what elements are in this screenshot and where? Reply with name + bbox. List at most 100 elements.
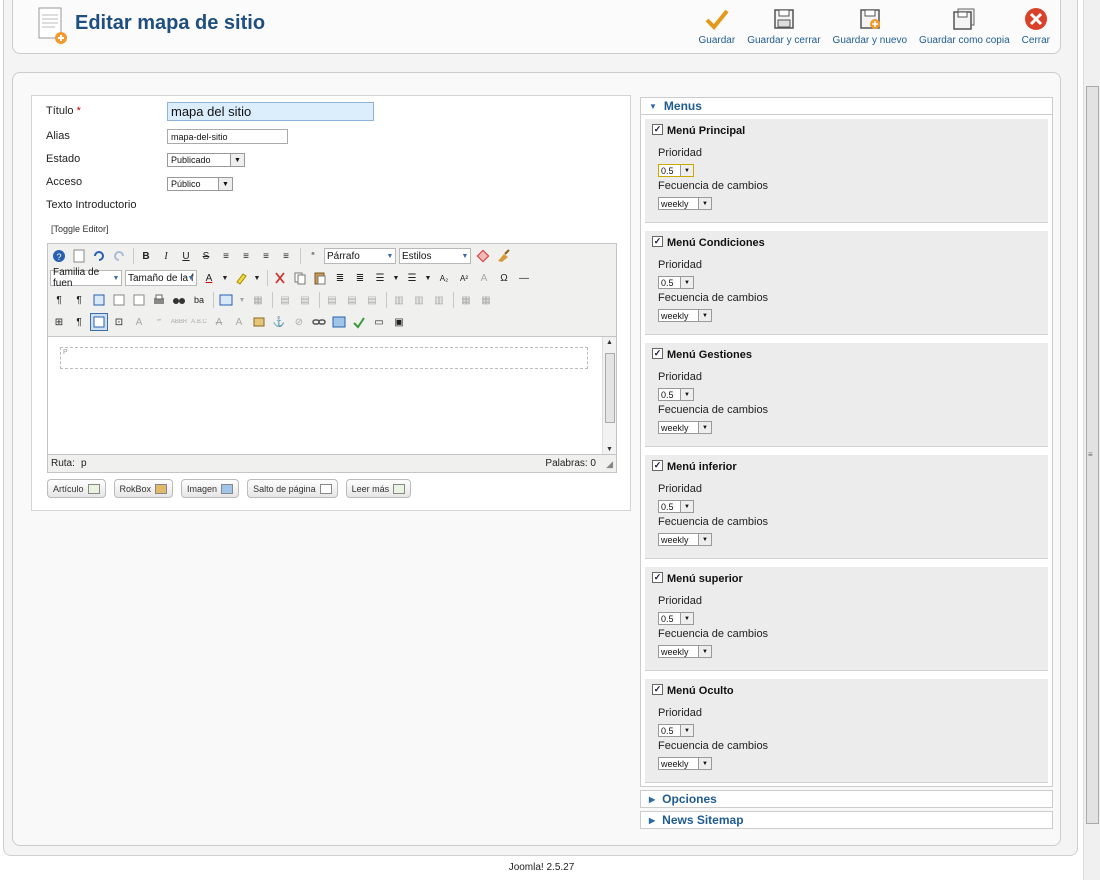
alias-field[interactable] [167,129,288,144]
editor-scrollbar[interactable]: ▲ ▼ [602,337,616,455]
replace-icon[interactable]: ba [190,291,208,309]
save-and-new-button[interactable]: Guardar y nuevo [827,6,914,50]
ltr-paragraph-icon[interactable]: ¶ [50,291,68,309]
delete-col-icon[interactable]: ▥ [430,291,448,309]
paragraph-block[interactable]: P [60,347,588,369]
save-as-copy-button[interactable]: Guardar como copia [913,6,1016,50]
menu-checkbox[interactable]: ✓ [652,124,663,135]
align-justify-icon[interactable]: ≡ [217,247,235,265]
split-cells-icon[interactable]: ▦ [457,291,475,309]
quote-icon[interactable]: “” [150,313,168,331]
attributes-icon[interactable] [250,313,268,331]
menus-panel-header[interactable]: ▼ Menus [640,97,1053,115]
delete-table-icon[interactable]: ▦ [249,291,267,309]
insert-row-after-icon[interactable]: ▤ [343,291,361,309]
insert-col-after-icon[interactable]: ▥ [410,291,428,309]
state-select[interactable]: Publicado ▼ [167,153,245,167]
show-blocks-icon[interactable]: ¶ [70,313,88,331]
chevron-down-icon[interactable]: ▼ [391,269,401,287]
align-left-icon[interactable]: ≡ [257,247,275,265]
priority-select[interactable]: 0.5 ▼ [658,724,694,737]
blockquote-icon[interactable]: “ [304,247,322,265]
ordered-list-icon[interactable]: ☰ [371,269,389,287]
text-color-icon[interactable]: A [200,269,218,287]
anchor-icon[interactable]: ⚓ [270,313,288,331]
preview-icon[interactable] [110,291,128,309]
print-icon[interactable] [150,291,168,309]
visual-aid-icon[interactable]: ⊞ [50,313,68,331]
cell-props-icon[interactable]: ▤ [296,291,314,309]
menu-checkbox[interactable]: ✓ [652,684,663,695]
menu-checkbox[interactable]: ✓ [652,460,663,471]
horizontal-rule-icon[interactable]: — [515,269,533,287]
options-panel-header[interactable]: ▶ Opciones [640,790,1053,808]
insert-table-icon[interactable] [217,291,235,309]
priority-select[interactable]: 0.5 ▼ [658,612,694,625]
cut-icon[interactable] [271,269,289,287]
bold-icon[interactable]: B [137,247,155,265]
image-button[interactable]: Imagen [181,479,240,498]
special-character-icon[interactable]: Ω [495,269,513,287]
delete-row-icon[interactable]: ▤ [363,291,381,309]
scroll-down-icon[interactable]: ▼ [606,446,613,453]
copy-icon[interactable] [291,269,309,287]
cleanup-broom-icon[interactable] [494,247,512,265]
read-more-button[interactable]: Leer más [345,479,412,498]
underline-icon[interactable]: U [177,247,195,265]
bulleted-list-icon[interactable]: ☰ [403,269,421,287]
news-sitemap-panel-header[interactable]: ▶ News Sitemap [640,811,1053,829]
insert-col-before-icon[interactable]: ▥ [390,291,408,309]
resize-grip-icon[interactable]: ◢ [606,459,613,470]
highlight-icon[interactable] [232,269,250,287]
subscript-icon[interactable]: A₂ [435,269,453,287]
path-value[interactable]: p [81,458,87,469]
close-button[interactable]: Cerrar [1016,6,1056,50]
font-size-dropdown[interactable]: Tamaño de la f ▼ [125,270,197,286]
italic-icon[interactable]: I [157,247,175,265]
frequency-select[interactable]: weekly ▼ [658,533,712,546]
priority-select[interactable]: 0.5 ▼ [658,388,694,401]
priority-select[interactable]: 0.5 ▼ [658,500,694,513]
title-field[interactable] [167,102,374,121]
insert-row-before-icon[interactable]: ▤ [323,291,341,309]
spellcheck-icon[interactable] [350,313,368,331]
fullscreen-icon[interactable] [90,291,108,309]
align-center-icon[interactable]: ≡ [237,247,255,265]
align-right-icon[interactable]: ≡ [277,247,295,265]
page-break-icon[interactable]: ▭ [370,313,388,331]
image-icon[interactable] [330,313,348,331]
help-icon[interactable]: ? [50,247,68,265]
chevron-down-icon[interactable]: ▼ [423,269,433,287]
abbr-icon[interactable]: ABBR [170,313,188,331]
superscript-icon[interactable]: A² [455,269,473,287]
priority-select[interactable]: 0.5 ▼ [658,164,694,177]
template-icon[interactable]: ▣ [390,313,408,331]
article-button[interactable]: Artículo [47,479,106,498]
new-document-icon[interactable] [70,247,88,265]
delete-text-icon[interactable]: A [210,313,228,331]
chevron-down-icon[interactable]: ▼ [220,269,230,287]
merge-cells-icon[interactable]: ▦ [477,291,495,309]
frequency-select[interactable]: weekly ▼ [658,421,712,434]
redo-icon[interactable] [110,247,128,265]
save-button[interactable]: Guardar [693,6,742,50]
find-icon[interactable] [170,291,188,309]
chevron-down-icon[interactable]: ▼ [237,291,247,309]
row-props-icon[interactable]: ▤ [276,291,294,309]
menu-checkbox[interactable]: ✓ [652,236,663,247]
code-icon[interactable] [130,291,148,309]
menu-checkbox[interactable]: ✓ [652,348,663,359]
insert-text-icon[interactable]: A [230,313,248,331]
non-breaking-icon[interactable]: ⊡ [110,313,128,331]
chevron-down-icon[interactable]: ▼ [252,269,262,287]
scroll-up-icon[interactable]: ▲ [606,339,613,346]
editor-content-area[interactable]: P ▲ ▼ [48,336,616,455]
menu-checkbox[interactable]: ✓ [652,572,663,583]
styles-dropdown[interactable]: Estilos ▼ [399,248,471,264]
frequency-select[interactable]: weekly ▼ [658,309,712,322]
paste-text-icon[interactable]: ≣ [331,269,349,287]
save-and-close-button[interactable]: Guardar y cerrar [741,6,826,50]
access-select[interactable]: Público ▼ [167,177,233,191]
rokbox-button[interactable]: RokBox [113,479,174,498]
text-direction-icon[interactable]: A [475,269,493,287]
